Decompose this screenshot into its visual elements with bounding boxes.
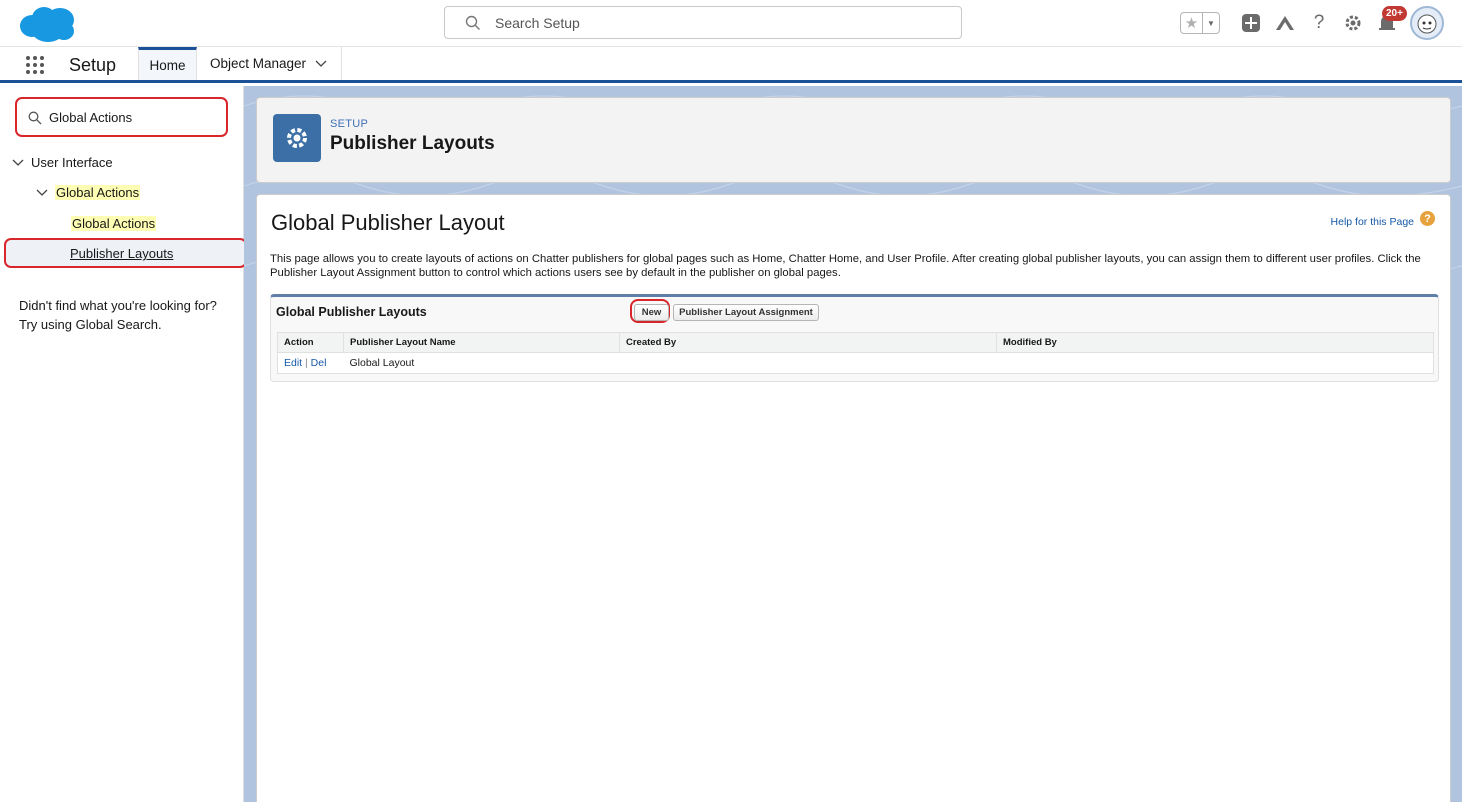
header-actions: ★ ▼ ? 20+: [1180, 6, 1444, 40]
block-title: Global Publisher Layouts: [276, 305, 427, 319]
content-title: Global Publisher Layout: [271, 210, 505, 235]
tree-item-global-actions[interactable]: Global Actions: [35, 185, 141, 200]
notification-badge: 20+: [1382, 6, 1407, 21]
tab-object-manager[interactable]: Object Manager: [198, 47, 342, 80]
help-circle-icon[interactable]: ?: [1420, 211, 1435, 226]
delete-link[interactable]: Del: [311, 357, 327, 369]
search-icon: [28, 111, 42, 125]
app-launcher-icon[interactable]: [24, 54, 46, 76]
modified-by-cell: [997, 353, 1434, 374]
chevron-down-icon[interactable]: [35, 189, 49, 197]
chevron-down-icon[interactable]: ▼: [1203, 13, 1219, 33]
not-found-line2: Try using Global Search.: [19, 317, 162, 332]
col-action: Action: [277, 332, 344, 353]
chevron-down-icon[interactable]: [315, 60, 327, 68]
chevron-down-icon[interactable]: [11, 159, 25, 167]
layout-name-cell: Global Layout: [349, 357, 415, 369]
not-found-message: Didn't find what you're looking for? Try…: [19, 296, 239, 334]
avatar[interactable]: [1410, 6, 1444, 40]
action-separator: |: [305, 357, 308, 369]
quick-find-box[interactable]: [15, 97, 228, 137]
search-input[interactable]: [495, 13, 935, 33]
publisher-layouts-table: Action Publisher Layout Name Created By …: [277, 332, 1434, 374]
tree-label-global-actions: Global Actions: [55, 185, 141, 200]
setup-gear-icon: [273, 114, 321, 162]
salesforce-logo[interactable]: [18, 4, 76, 44]
app-name: Setup: [69, 55, 117, 75]
page-eyebrow: SETUP: [330, 118, 369, 130]
page-title: Publisher Layouts: [330, 133, 495, 154]
col-created-by: Created By: [619, 332, 997, 353]
bell-icon[interactable]: 20+: [1376, 6, 1407, 34]
search-icon: [465, 15, 480, 30]
gear-icon[interactable]: [1342, 12, 1364, 34]
page-description: This page allows you to create layouts o…: [270, 253, 1421, 279]
trailhead-icon[interactable]: [1274, 12, 1296, 34]
table-header-row: Action Publisher Layout Name Created By …: [277, 332, 1434, 353]
edit-link[interactable]: Edit: [284, 357, 302, 369]
not-found-line1: Didn't find what you're looking for?: [19, 298, 217, 313]
tree-label-user-interface: User Interface: [31, 155, 113, 170]
global-search[interactable]: [444, 6, 962, 39]
star-icon[interactable]: ★: [1181, 13, 1203, 33]
col-layout-name: Publisher Layout Name: [343, 332, 620, 353]
setup-sidebar: User Interface Global Actions Global Act…: [0, 86, 247, 802]
page-header: SETUP Publisher Layouts: [256, 97, 1451, 183]
plus-icon[interactable]: [1240, 12, 1262, 34]
tree-link-publisher-layouts[interactable]: Publisher Layouts: [4, 238, 247, 268]
app-nav-bar: Setup Home Object Manager: [0, 47, 1462, 83]
tree-item-user-interface[interactable]: User Interface: [11, 155, 113, 170]
tab-object-manager-label: Object Manager: [210, 56, 307, 71]
tree-link-global-actions-label: Global Actions: [71, 216, 157, 231]
tab-home[interactable]: Home: [138, 47, 197, 80]
created-by-cell: [620, 353, 997, 374]
main-content: SETUP Publisher Layouts Global Publisher…: [244, 86, 1462, 802]
quick-find-input[interactable]: [49, 108, 219, 126]
help-link[interactable]: Help for this Page: [1331, 216, 1414, 228]
favorites-group[interactable]: ★ ▼: [1180, 12, 1220, 34]
publisher-layout-assignment-button[interactable]: Publisher Layout Assignment: [673, 304, 819, 321]
new-button[interactable]: New: [634, 304, 669, 321]
publisher-layouts-block: Global Publisher Layouts New Publisher L…: [270, 294, 1439, 382]
help-icon[interactable]: ?: [1308, 12, 1330, 34]
col-modified-by: Modified By: [996, 332, 1434, 353]
content-panel: Global Publisher Layout Help for this Pa…: [256, 194, 1451, 802]
table-row: Edit | Del Global Layout: [278, 353, 1434, 374]
tab-home-label: Home: [149, 57, 186, 73]
tree-link-publisher-layouts-label: Publisher Layouts: [70, 246, 174, 261]
global-header: ★ ▼ ? 20+: [0, 0, 1462, 47]
row-actions: Edit | Del: [278, 353, 344, 374]
tree-link-global-actions[interactable]: Global Actions: [71, 216, 157, 231]
